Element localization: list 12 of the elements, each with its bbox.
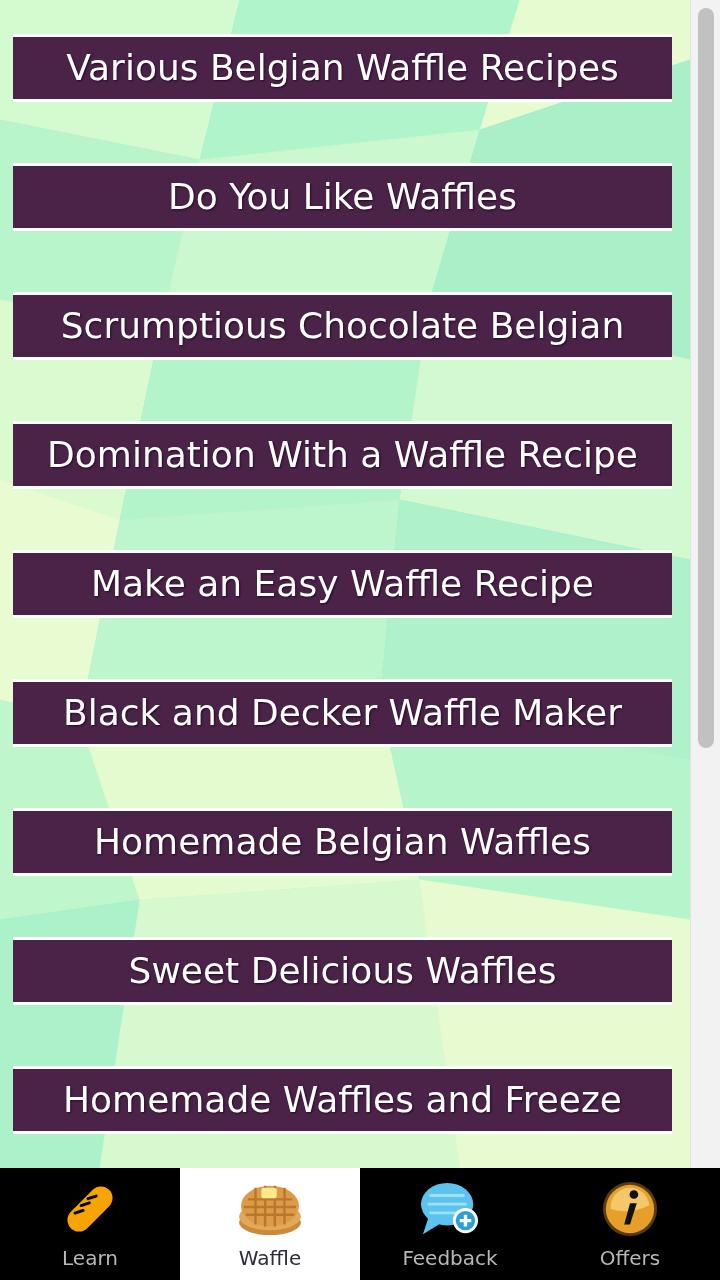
scrollbar-thumb[interactable]	[697, 8, 714, 748]
recipe-button[interactable]: Various Belgian Waffle Recipes	[13, 34, 672, 102]
recipe-button[interactable]: Homemade Belgian Waffles	[13, 808, 672, 876]
recipe-button[interactable]: Make an Easy Waffle Recipe	[13, 550, 672, 618]
recipe-button[interactable]: Black and Decker Waffle Maker	[13, 679, 672, 747]
recipe-button[interactable]: Homemade Waffles and Freeze	[13, 1066, 672, 1134]
recipe-button[interactable]: Domination With a Waffle Recipe	[13, 421, 672, 489]
recipe-button[interactable]: Do You Like Waffles	[13, 163, 672, 231]
tab-bar-tab[interactable]: Waffle	[180, 1168, 360, 1280]
info-icon	[601, 1180, 659, 1238]
recipe-button[interactable]: Sweet Delicious Waffles	[13, 937, 672, 1005]
recipe-button[interactable]: Scrumptious Chocolate Belgian	[13, 292, 672, 360]
